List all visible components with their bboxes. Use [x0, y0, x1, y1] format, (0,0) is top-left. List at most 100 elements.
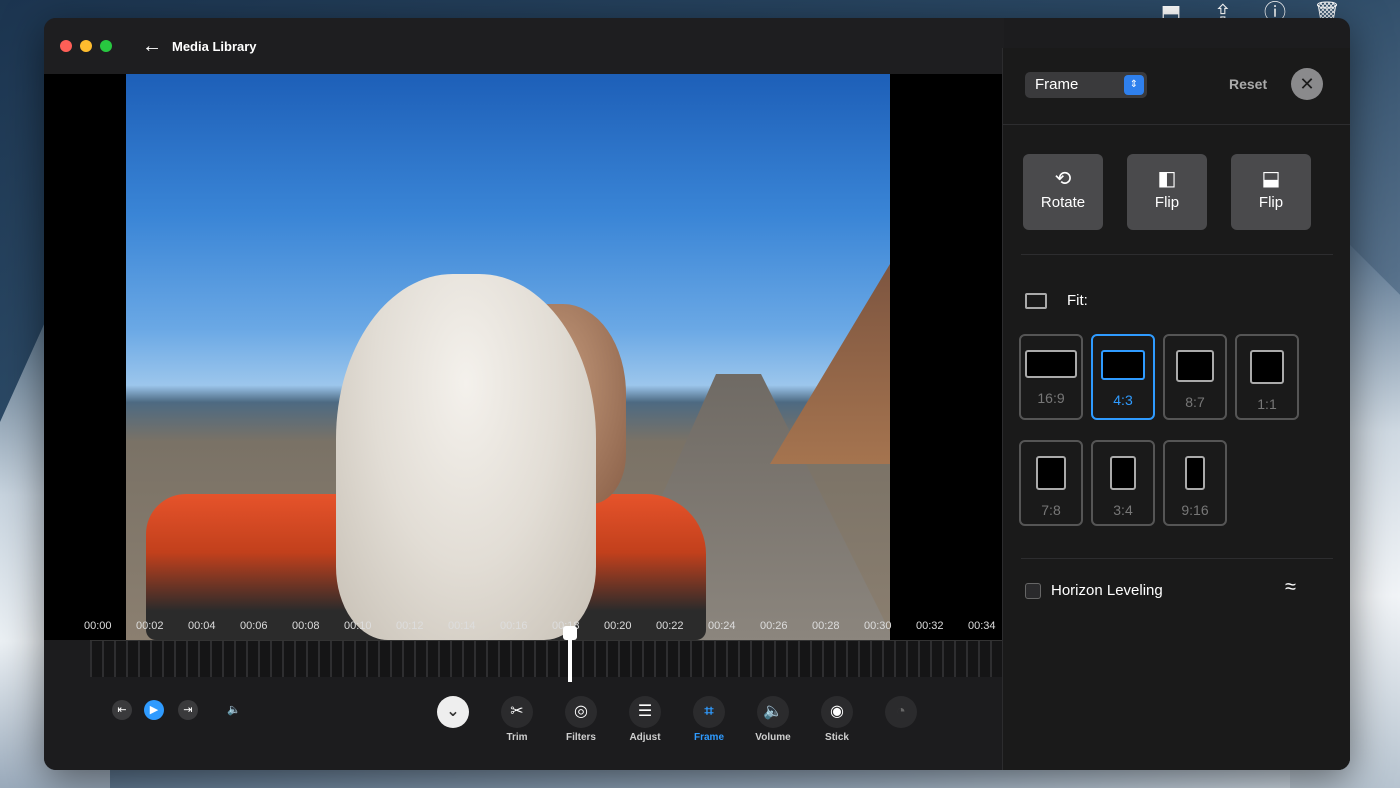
tool-label: Filters: [565, 732, 596, 743]
tool-label: Frame: [693, 732, 724, 743]
flip-vertical-button[interactable]: ⬓ Flip: [1231, 154, 1311, 230]
horizon-label: Horizon Leveling: [1051, 582, 1163, 599]
app-window: ← Media Library 00:00 00:02 00:04 00:06 00:0…: [44, 18, 1350, 770]
flip-horizontal-button[interactable]: ◧ Flip: [1127, 154, 1207, 230]
chevron-down-icon: ⌄: [437, 696, 469, 728]
tool-volume[interactable]: 🔈 Volume: [750, 696, 796, 743]
tool-bar: ⌄ ✂ Trim ◎ Filters ☰ Adjust ⌗ Frame 🔈 Volume ◉ Stick…: [430, 696, 924, 743]
tool-label: Stick: [825, 732, 849, 743]
tool-trim[interactable]: ✂ Trim: [494, 696, 540, 743]
arrow-left-icon: ←: [142, 34, 162, 57]
aspect-ratio-option[interactable]: 16:9: [1019, 334, 1083, 420]
timeline-track[interactable]: [90, 640, 1024, 677]
timeline-label: 00:14: [448, 620, 476, 632]
timeline-label: 00:00: [84, 620, 112, 632]
aspect-ratio-label: 1:1: [1257, 396, 1277, 412]
tool-chevron-down[interactable]: ⌄: [430, 696, 476, 732]
video-frame-image: [126, 74, 890, 640]
tool-label: Volume: [755, 732, 791, 743]
sliders-icon: ☰: [629, 696, 661, 728]
aspect-ratio-preview: [1101, 350, 1145, 380]
aspect-ratio-label: 9:16: [1181, 502, 1209, 518]
speaker-icon: 🔈: [757, 696, 789, 728]
panel-header: Frame ⇕ Reset ✕: [1003, 48, 1350, 125]
aspect-ratio-preview: [1025, 350, 1077, 378]
mode-select-value: Frame: [1035, 76, 1079, 93]
back-button[interactable]: ← Media Library: [142, 35, 257, 58]
aspect-ratio-option[interactable]: 9:16: [1163, 440, 1227, 526]
timeline-label: 00:02: [136, 620, 164, 632]
speedometer-icon: ◔: [885, 696, 917, 728]
crop-icon: ⌗: [693, 696, 725, 728]
rotate-button[interactable]: ⟲ Rotate: [1023, 154, 1103, 230]
zoom-window-button[interactable]: [100, 40, 112, 52]
aspect-ratio-preview: [1176, 350, 1214, 382]
timeline-label: 00:10: [344, 620, 372, 632]
horizon-checkbox[interactable]: [1025, 582, 1041, 599]
tool-label: Trim: [506, 732, 528, 743]
aspect-ratio-option[interactable]: 7:8: [1019, 440, 1083, 526]
aspect-ratio-option[interactable]: 1:1: [1235, 334, 1299, 420]
filters-icon: ◎: [565, 696, 597, 728]
close-window-button[interactable]: [60, 40, 72, 52]
aspect-ratio-label: 3:4: [1113, 502, 1133, 518]
timeline-label: 00:24: [708, 620, 736, 632]
speaker-icon[interactable]: 🔈: [224, 700, 244, 720]
minimize-window-button[interactable]: [80, 40, 92, 52]
aspect-ratio-label: 4:3: [1113, 392, 1133, 408]
person-shape: [336, 274, 596, 640]
tool-frame[interactable]: ⌗ Frame: [686, 696, 732, 743]
aspect-ratio-option[interactable]: 4:3: [1091, 334, 1155, 420]
back-label: Media Library: [172, 38, 257, 54]
rotate-icon: ⟲: [1054, 168, 1072, 190]
tool-adjust[interactable]: ☰ Adjust: [622, 696, 668, 743]
skip-forward-icon[interactable]: ⇥: [178, 700, 198, 720]
aspect-ratio-option[interactable]: 3:4: [1091, 440, 1155, 526]
reset-button[interactable]: Reset: [1229, 76, 1267, 92]
timeline-label: 00:34: [968, 620, 996, 632]
timeline-label: 00:30: [864, 620, 892, 632]
playhead[interactable]: [563, 626, 577, 682]
timeline-label: 00:32: [916, 620, 944, 632]
timeline-label: 00:08: [292, 620, 320, 632]
timeline-label: 00:20: [604, 620, 632, 632]
horizon-icon: ≈: [1285, 576, 1296, 598]
palette-icon: ◉: [821, 696, 853, 728]
tool-filters[interactable]: ◎ Filters: [558, 696, 604, 743]
traffic-lights: [60, 40, 112, 52]
aspect-ratio-label: 16:9: [1037, 390, 1065, 406]
timeline-label: 00:04: [188, 620, 216, 632]
timeline-label: 00:16: [500, 620, 528, 632]
aspect-ratio-preview: [1250, 350, 1284, 384]
scissors-icon: ✂: [501, 696, 533, 728]
timeline-label: 00:26: [760, 620, 788, 632]
tool-stick[interactable]: ◉ Stick: [814, 696, 860, 743]
chevron-updown-icon: ⇕: [1124, 75, 1144, 95]
aspect-ratio-option[interactable]: 8:7: [1163, 334, 1227, 420]
fit-row: Fit:: [1025, 292, 1088, 309]
aspect-ratio-label: 8:7: [1185, 394, 1205, 410]
timeline-label: 00:06: [240, 620, 268, 632]
video-preview[interactable]: [44, 74, 1002, 640]
horizon-leveling-toggle[interactable]: Horizon Leveling: [1025, 582, 1163, 599]
flip-horizontal-label: Flip: [1154, 194, 1180, 211]
tool-label: Adjust: [629, 732, 661, 743]
flip-vertical-label: Flip: [1258, 194, 1284, 211]
skip-back-icon[interactable]: ⇤: [112, 700, 132, 720]
divider: [1021, 254, 1333, 255]
aspect-ratio-preview: [1110, 456, 1136, 490]
fit-icon: [1025, 292, 1047, 309]
tool-speedometer[interactable]: ◔: [878, 696, 924, 732]
transform-buttons: ⟲ Rotate ◧ Flip ⬓ Flip: [1023, 154, 1311, 230]
divider: [1021, 558, 1333, 559]
title-bar: ← Media Library: [44, 18, 1004, 74]
close-icon[interactable]: ✕: [1291, 68, 1323, 100]
aspect-ratio-preview: [1036, 456, 1066, 490]
mode-select[interactable]: Frame ⇕: [1025, 72, 1147, 98]
play-icon[interactable]: ▶: [144, 700, 164, 720]
aspect-ratio-preview: [1185, 456, 1205, 490]
rotate-label: Rotate: [1040, 194, 1086, 211]
timeline-label: 00:12: [396, 620, 424, 632]
timeline-label: 00:22: [656, 620, 684, 632]
fit-label: Fit:: [1067, 292, 1088, 309]
